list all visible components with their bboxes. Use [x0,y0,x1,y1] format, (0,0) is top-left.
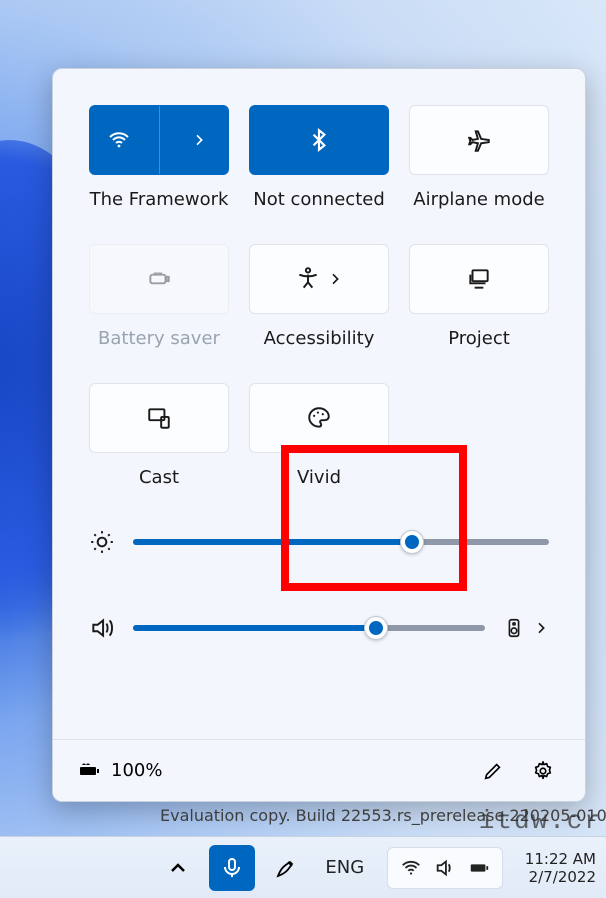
microphone-icon [220,856,244,880]
accessibility-icon [295,266,321,292]
audio-output-icon[interactable] [503,617,525,639]
watermark-text: itdw.cr [479,806,602,836]
taskbar-language-button[interactable]: ENG [317,845,373,891]
taskbar-overflow-button[interactable] [155,845,201,891]
taskbar-time: 11:22 AM [525,850,596,868]
project-tile[interactable] [409,244,549,314]
taskbar-system-tray[interactable] [387,847,503,889]
wifi-icon [107,128,131,152]
taskbar-clock[interactable]: 11:22 AM 2/7/2022 [525,850,596,886]
edit-quick-settings-button[interactable] [475,753,511,789]
project-tile-label: Project [448,328,510,349]
quick-settings-panel: The Framework Not connected Airplane mod… [52,68,586,802]
palette-icon [306,405,332,431]
gear-icon [532,760,554,782]
taskbar-pen-button[interactable] [263,845,309,891]
airplane-icon [466,127,492,153]
wifi-tile[interactable] [89,105,229,175]
wifi-expand-button[interactable] [170,106,229,174]
battery-saver-tile [89,244,229,314]
volume-icon [89,615,115,641]
bluetooth-tile[interactable] [249,105,389,175]
cast-tile[interactable] [89,383,229,453]
quick-settings-footer: 100% [53,739,585,801]
accessibility-tile[interactable] [249,244,389,314]
battery-status[interactable]: 100% [77,759,162,783]
pen-icon [274,856,298,880]
volume-slider[interactable] [133,625,485,631]
battery-icon [77,759,101,783]
wifi-tile-label: The Framework [90,189,229,210]
chevron-right-icon [327,271,343,287]
volume-slider-thumb[interactable] [364,616,388,640]
project-icon [466,266,492,292]
chevron-up-icon [166,856,190,880]
battery-saver-tile-label: Battery saver [98,328,220,349]
volume-slider-fill [133,625,376,631]
pencil-icon [482,760,504,782]
brightness-slider-fill [133,539,412,545]
chevron-right-icon [191,132,207,148]
brightness-slider-thumb[interactable] [400,530,424,554]
vivid-tile[interactable] [249,383,389,453]
bluetooth-icon [306,127,332,153]
cast-icon [146,405,172,431]
taskbar: ENG 11:22 AM 2/7/2022 [0,836,606,898]
taskbar-mic-button[interactable] [209,845,255,891]
settings-button[interactable] [525,753,561,789]
airplane-mode-tile-label: Airplane mode [413,189,544,210]
battery-icon [468,857,490,879]
quick-settings-tiles: The Framework Not connected Airplane mod… [53,69,585,488]
volume-slider-row [89,608,549,648]
brightness-icon [89,529,115,555]
accessibility-tile-label: Accessibility [264,328,375,349]
volume-icon [434,857,456,879]
taskbar-language-label: ENG [325,857,364,878]
brightness-slider-row [89,522,549,562]
chevron-right-icon[interactable] [533,620,549,636]
cast-tile-label: Cast [139,467,179,488]
wifi-toggle[interactable] [90,106,149,174]
airplane-mode-tile[interactable] [409,105,549,175]
battery-saver-icon [146,266,172,292]
bluetooth-tile-label: Not connected [253,189,385,210]
brightness-slider[interactable] [133,539,549,545]
vivid-tile-label: Vivid [297,467,341,488]
battery-percent-label: 100% [111,760,162,781]
taskbar-date: 2/7/2022 [525,868,596,886]
wifi-icon [400,857,422,879]
